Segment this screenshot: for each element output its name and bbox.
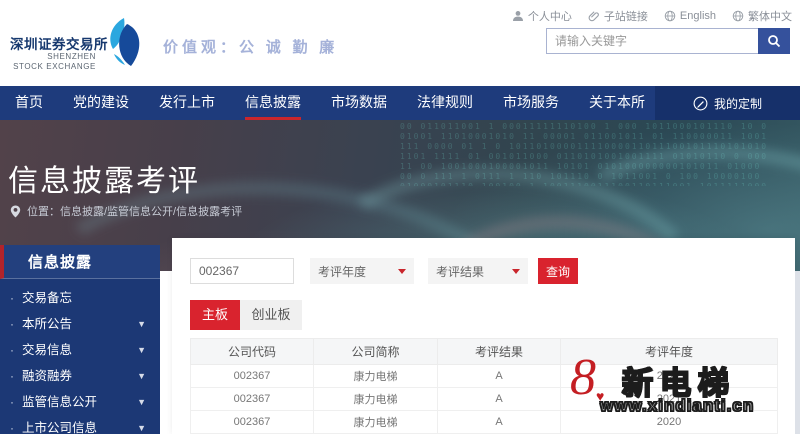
- bullet-icon: ·: [10, 389, 14, 415]
- col-header-company-name: 公司简称: [314, 339, 438, 365]
- location-pin-icon: [10, 205, 21, 218]
- query-button[interactable]: 查询: [538, 258, 578, 284]
- subsite-links-link[interactable]: 子站链接: [588, 8, 648, 24]
- nav-items: 首页 党的建设 发行上市 信息披露 市场数据 法律规则 市场服务 关于本所: [15, 86, 675, 120]
- search-button[interactable]: [758, 28, 790, 54]
- cell-company-code: 002367: [191, 388, 314, 411]
- evaluation-year-dropdown[interactable]: 考评年度: [310, 258, 414, 284]
- top-header: 深圳证券交易所 SHENZHEN STOCK EXCHANGE 价值观：公 诚 …: [0, 0, 800, 86]
- logo-english-name: SHENZHEN STOCK EXCHANGE: [4, 52, 96, 72]
- bullet-icon: ·: [10, 363, 14, 389]
- cell-company-code: 002367: [191, 411, 314, 434]
- personal-center-link[interactable]: 个人中心: [512, 8, 572, 24]
- traditional-chinese-link[interactable]: 繁体中文: [732, 8, 792, 24]
- sidebar-menu: · 交易备忘 ▼ · 本所公告 ▼ · 交易信息 ▼ · 融资融券 ▼ · 监管: [0, 279, 160, 434]
- table-row: 002367 康力电梯 A 2021: [191, 388, 778, 411]
- col-header-company-code: 公司代码: [191, 339, 314, 365]
- logo-chinese-name: 深圳证券交易所: [10, 33, 108, 53]
- nav-item-market-services[interactable]: 市场服务: [503, 86, 559, 120]
- sidebar-title: 信息披露: [0, 245, 160, 279]
- cell-eval-result: A: [438, 365, 561, 388]
- cell-company-name: 康力电梯: [314, 365, 438, 388]
- col-header-eval-year: 考评年度: [561, 339, 778, 365]
- search-input[interactable]: [546, 28, 758, 54]
- sidebar-item-regulatory-disclosure[interactable]: · 监管信息公开 ▼: [0, 389, 160, 415]
- board-tabs: 主板 创业板: [190, 300, 302, 330]
- nav-item-party-building[interactable]: 党的建设: [73, 86, 129, 120]
- chevron-down-icon: ▼: [137, 389, 146, 415]
- table-row: 002367 康力电梯 A 2020: [191, 411, 778, 434]
- edit-circle-icon: [693, 96, 708, 111]
- cell-company-code: 002367: [191, 365, 314, 388]
- cell-eval-year: 2020: [561, 411, 778, 434]
- sidebar-item-listed-company-info[interactable]: · 上市公司信息 ▼: [0, 415, 160, 434]
- content-card: 考评年度 考评结果 查询 主板 创业板 公司代码 公司简称 考评结果 考评年度: [172, 238, 795, 434]
- sidebar-item-trading-memo[interactable]: · 交易备忘 ▼: [0, 285, 160, 311]
- cell-eval-result: A: [438, 411, 561, 434]
- person-icon: [512, 10, 524, 22]
- nav-item-listing[interactable]: 发行上市: [159, 86, 215, 120]
- table-row: 002367 康力电梯 A 2022: [191, 365, 778, 388]
- page-title: 信息披露考评: [8, 156, 200, 200]
- site-search: [546, 28, 790, 54]
- page-edge: [795, 271, 800, 434]
- sidebar-item-margin-trading[interactable]: · 融资融券 ▼: [0, 363, 160, 389]
- values-slogan: 价值观：公 诚 勤 廉: [163, 36, 338, 57]
- cell-eval-year: 2021: [561, 388, 778, 411]
- main-nav: 首页 党的建设 发行上市 信息披露 市场数据 法律规则 市场服务 关于本所 我的…: [0, 86, 800, 120]
- globe-icon: [664, 10, 676, 22]
- company-code-input[interactable]: [190, 258, 294, 284]
- sidebar-item-exchange-announcements[interactable]: · 本所公告 ▼: [0, 311, 160, 337]
- szse-logo-icon: [100, 16, 152, 72]
- table-header-row: 公司代码 公司简称 考评结果 考评年度: [191, 339, 778, 365]
- cell-company-name: 康力电梯: [314, 388, 438, 411]
- col-header-eval-result: 考评结果: [438, 339, 561, 365]
- sidebar-disclosure: 信息披露 · 交易备忘 ▼ · 本所公告 ▼ · 交易信息 ▼ · 融资融券 ▼: [0, 245, 160, 434]
- nav-item-rules[interactable]: 法律规则: [417, 86, 473, 120]
- tab-main-board[interactable]: 主板: [190, 300, 240, 330]
- nav-item-home[interactable]: 首页: [15, 86, 43, 120]
- evaluation-result-dropdown[interactable]: 考评结果: [428, 258, 528, 284]
- cell-company-name: 康力电梯: [314, 411, 438, 434]
- chevron-down-icon: ▼: [137, 311, 146, 337]
- breadcrumb: 位置：信息披露/监管信息公开/信息披露考评: [10, 203, 242, 219]
- search-icon: [767, 34, 781, 48]
- evaluation-table: 公司代码 公司简称 考评结果 考评年度 002367 康力电梯 A 2022 0…: [190, 338, 778, 434]
- sidebar-item-trading-info[interactable]: · 交易信息 ▼: [0, 337, 160, 363]
- nav-item-market-data[interactable]: 市场数据: [331, 86, 387, 120]
- szse-website: 深圳证券交易所 SHENZHEN STOCK EXCHANGE 价值观：公 诚 …: [0, 0, 800, 434]
- bullet-icon: ·: [10, 337, 14, 363]
- bullet-icon: ·: [10, 415, 14, 434]
- bullet-icon: ·: [10, 285, 14, 311]
- chevron-down-icon: ▼: [137, 415, 146, 434]
- chevron-down-icon: ▼: [137, 337, 146, 363]
- bullet-icon: ·: [10, 311, 14, 337]
- my-customization-button[interactable]: 我的定制: [655, 86, 800, 120]
- utility-links: 个人中心 子站链接 English 繁体中文: [512, 8, 792, 24]
- tab-chinext[interactable]: 创业板: [240, 300, 302, 330]
- english-language-link[interactable]: English: [664, 10, 716, 22]
- link-icon: [588, 10, 600, 22]
- chevron-down-icon: ▼: [137, 363, 146, 389]
- nav-item-about[interactable]: 关于本所: [589, 86, 645, 120]
- cell-eval-year: 2022: [561, 365, 778, 388]
- caret-down-icon: [398, 269, 406, 274]
- cell-eval-result: A: [438, 388, 561, 411]
- globe-icon: [732, 10, 744, 22]
- caret-down-icon: [512, 269, 520, 274]
- nav-item-disclosure[interactable]: 信息披露: [245, 86, 301, 120]
